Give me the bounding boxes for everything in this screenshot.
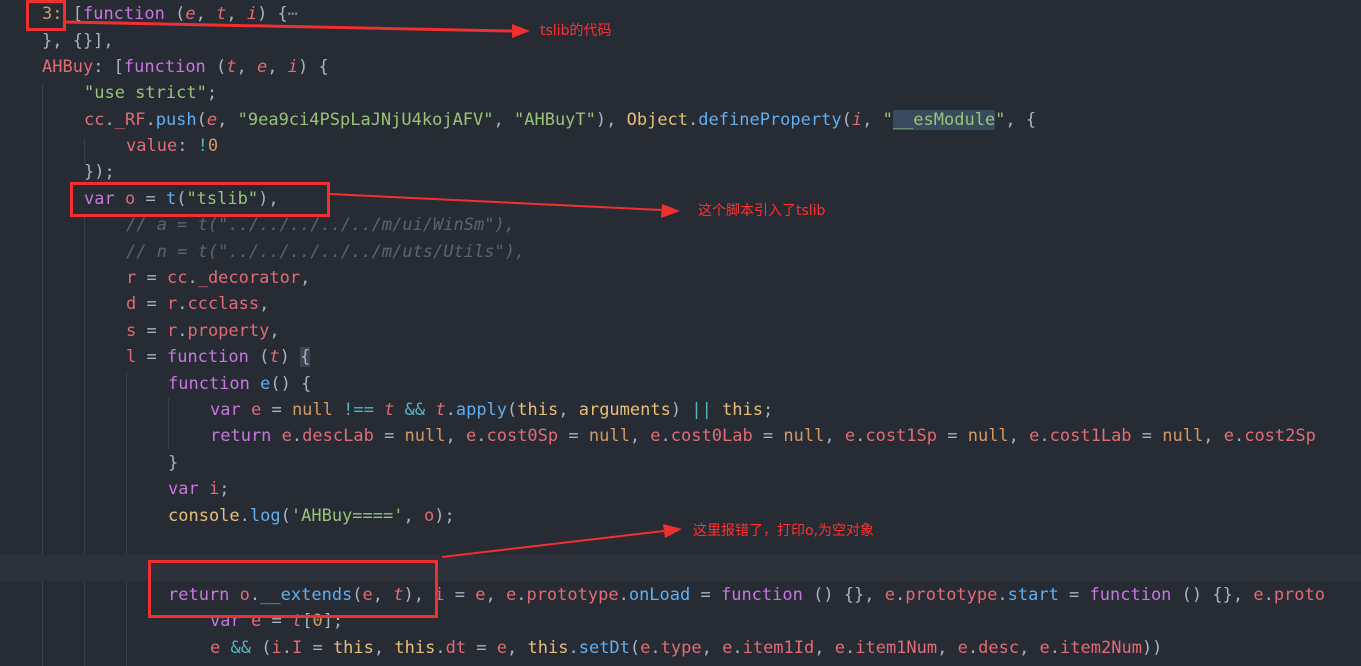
code-editor[interactable]: 3: [function (e, t, i) {⋯ }, {}], AHBuy:… — [0, 0, 1361, 666]
annotation-note-tslib-code: tslib的代码 — [540, 23, 612, 39]
arrowhead-icon — [663, 524, 682, 538]
arrowhead-icon — [512, 24, 530, 38]
annotation-note-imports-tslib: 这个脚本引入了tslib — [698, 203, 826, 219]
annotation-arrows — [65, 20, 682, 558]
arrow-line — [441, 530, 665, 558]
annotation-note-error: 这里报错了，打印o,为空对象 — [693, 523, 875, 539]
arrowhead-icon — [661, 204, 680, 218]
arrow-line — [329, 193, 663, 211]
arrow-line — [65, 20, 513, 33]
